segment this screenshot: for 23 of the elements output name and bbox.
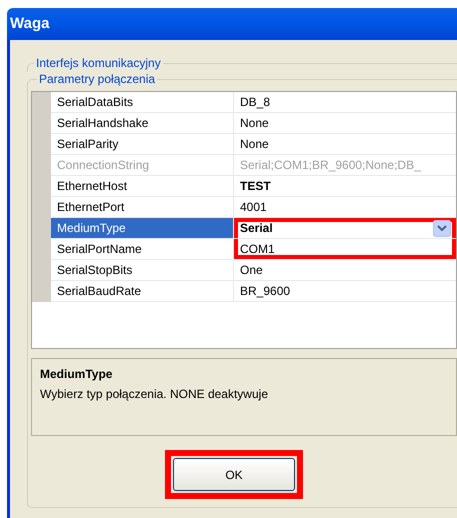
description-text: Wybierz typ połączenia. NONE deaktywuje	[40, 386, 269, 403]
property-name[interactable]: SerialDataBits	[51, 92, 234, 113]
description-title: MediumType	[40, 366, 114, 383]
property-name[interactable]: MediumType	[51, 218, 234, 239]
property-name[interactable]: SerialBaudRate	[51, 281, 234, 302]
property-value[interactable]: DB_8	[234, 92, 456, 113]
window-title: Waga	[10, 14, 50, 34]
property-name[interactable]: SerialPortName	[51, 239, 234, 260]
property-value[interactable]: None	[234, 113, 456, 134]
property-name[interactable]: SerialHandshake	[51, 113, 234, 134]
property-value[interactable]: COM1	[234, 239, 456, 260]
property-value[interactable]: One	[234, 260, 456, 281]
group-label: Interfejs komunikacyjny	[35, 55, 162, 72]
ok-button[interactable]: OK	[173, 458, 295, 491]
value-dropdown[interactable]: Serial	[234, 218, 456, 239]
property-value[interactable]: BR_9600	[234, 281, 456, 302]
property-value[interactable]: None	[234, 134, 456, 155]
property-name[interactable]: SerialStopBits	[51, 260, 234, 281]
property-value[interactable]: 4001	[234, 197, 456, 218]
group-label: Parametry połączenia	[38, 71, 156, 88]
property-name[interactable]: EthernetHost	[51, 176, 234, 197]
property-name[interactable]: SerialParity	[51, 134, 234, 155]
property-value[interactable]: TEST	[234, 176, 456, 197]
